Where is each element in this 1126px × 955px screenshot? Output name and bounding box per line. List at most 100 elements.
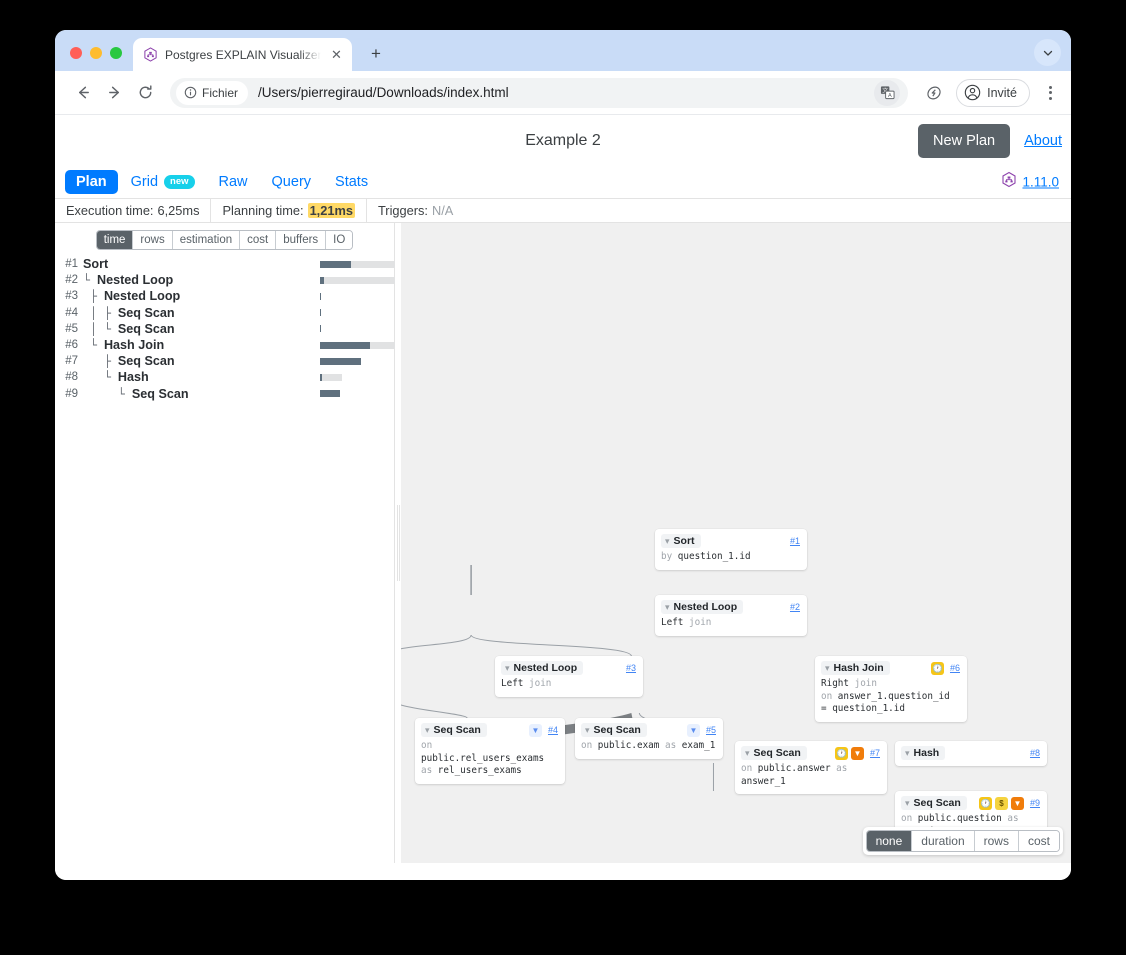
browser-tab-active[interactable]: Postgres EXPLAIN Visualizer 2 ✕ bbox=[133, 38, 352, 71]
plan-node-subtitle-part: join bbox=[529, 678, 552, 689]
tab-grid[interactable]: Grid new bbox=[120, 170, 206, 194]
plan-node-badges: ▼ #4 bbox=[528, 723, 558, 737]
chevron-down-icon[interactable] bbox=[1034, 39, 1061, 66]
tab-plan[interactable]: Plan bbox=[65, 170, 118, 194]
plan-list-item[interactable]: #9 └ Seq Scan bbox=[55, 386, 394, 402]
new-tab-button[interactable]: + bbox=[362, 40, 390, 68]
plan-node-header: ▾ Nested Loop #3 bbox=[501, 661, 636, 675]
plan-node[interactable]: ▾ Hash #8 bbox=[895, 741, 1047, 766]
chevron-down-icon[interactable]: ▾ bbox=[505, 663, 510, 673]
metric-button-estimation[interactable]: estimation bbox=[171, 231, 240, 249]
minimize-window-button[interactable] bbox=[90, 47, 102, 59]
view-button-duration[interactable]: duration bbox=[911, 831, 974, 851]
plan-node[interactable]: ▾ Hash Join 🕐 #6 Right join on answer_1.ques… bbox=[815, 656, 967, 722]
chevron-down-icon[interactable]: ▾ bbox=[825, 663, 830, 673]
metric-button-time[interactable]: time bbox=[96, 231, 133, 249]
plan-diagram[interactable]: ▾ Sort #1 by question_1.id ▾ Nested Loop #2 Lef… bbox=[395, 223, 1071, 863]
tab-query[interactable]: Query bbox=[261, 170, 323, 194]
plan-node[interactable]: ▾ Seq Scan ▼ #5 on public.exam as exam_1 bbox=[575, 718, 723, 759]
plan-list-item[interactable]: #3 ├ Nested Loop bbox=[55, 288, 394, 304]
plan-list-item[interactable]: #4 │ ├ Seq Scan bbox=[55, 305, 394, 321]
chevron-down-icon[interactable]: ▾ bbox=[905, 798, 910, 808]
plan-list-item[interactable]: #8 └ Hash bbox=[55, 369, 394, 385]
tab-raw[interactable]: Raw bbox=[208, 170, 259, 194]
metric-button-cost[interactable]: cost bbox=[239, 231, 276, 249]
plan-node-id-link[interactable]: #8 bbox=[1030, 748, 1040, 758]
version-link[interactable]: 1.11.0 bbox=[1022, 175, 1059, 190]
plan-node-type-chip[interactable]: ▾ Nested Loop bbox=[661, 600, 744, 614]
plan-node-subtitle-part: rel_users_exams bbox=[437, 765, 522, 776]
rows-warning-badge[interactable]: ▼ bbox=[850, 746, 864, 760]
plan-node-type-chip[interactable]: ▾ Nested Loop bbox=[501, 661, 584, 675]
plan-node-id-link[interactable]: #6 bbox=[950, 663, 960, 673]
rows-warning-badge[interactable]: ▼ bbox=[1010, 796, 1024, 810]
chevron-down-icon[interactable]: ▾ bbox=[425, 725, 430, 735]
plan-node[interactable]: ▾ Nested Loop #2 Left join bbox=[655, 595, 807, 636]
view-button-cost[interactable]: cost bbox=[1017, 831, 1059, 851]
plan-item-tree-guide: │ └ bbox=[83, 321, 118, 336]
plan-list-item[interactable]: #5 │ └ Seq Scan bbox=[55, 321, 394, 337]
address-bar[interactable]: Fichier /Users/pierregiraud/Downloads/in… bbox=[170, 77, 909, 108]
cost-warning-badge[interactable]: $ bbox=[994, 796, 1008, 810]
plan-node-type-chip[interactable]: ▾ Hash bbox=[901, 746, 946, 760]
close-window-button[interactable] bbox=[70, 47, 82, 59]
arrow-left-icon[interactable] bbox=[69, 79, 97, 107]
plan-item-number: #3 bbox=[65, 290, 78, 303]
view-button-none[interactable]: none bbox=[866, 831, 912, 851]
plan-node-id-link[interactable]: #1 bbox=[790, 536, 800, 546]
profile-label: Invité bbox=[987, 85, 1017, 100]
time-warning-badge[interactable]: 🕐 bbox=[834, 746, 848, 760]
pane-splitter[interactable] bbox=[395, 223, 401, 863]
plan-node[interactable]: ▾ Seq Scan 🕐 ▼ #7 on public.answer as answer_… bbox=[735, 741, 887, 794]
plan-node-type-chip[interactable]: ▾ Seq Scan bbox=[421, 723, 487, 737]
plan-node-id-link[interactable]: #9 bbox=[1030, 798, 1040, 808]
translate-icon[interactable]: 文 A bbox=[874, 79, 901, 106]
origin-chip[interactable]: Fichier bbox=[176, 80, 249, 105]
new-plan-button[interactable]: New Plan bbox=[918, 123, 1011, 158]
tab-stats[interactable]: Stats bbox=[324, 170, 379, 194]
plan-node[interactable]: ▾ Nested Loop #3 Left join bbox=[495, 656, 643, 697]
reload-icon[interactable] bbox=[131, 79, 159, 107]
plan-item-number: #4 bbox=[65, 306, 78, 319]
tab-label: Query bbox=[271, 174, 312, 190]
plan-node-id-link[interactable]: #5 bbox=[706, 725, 716, 735]
chevron-down-icon[interactable]: ▾ bbox=[745, 748, 750, 758]
plan-node[interactable]: ▾ Sort #1 by question_1.id bbox=[655, 529, 807, 570]
chevron-down-icon[interactable]: ▾ bbox=[665, 536, 670, 546]
plan-node-type-chip[interactable]: ▾ Seq Scan bbox=[741, 746, 807, 760]
plan-node-type-chip[interactable]: ▾ Sort bbox=[661, 534, 701, 548]
plan-node-id-link[interactable]: #2 bbox=[790, 602, 800, 612]
time-warning-badge[interactable]: 🕐 bbox=[930, 661, 944, 675]
energy-saver-leaf-icon[interactable] bbox=[921, 80, 947, 106]
plan-node-type-chip[interactable]: ▾ Hash Join bbox=[821, 661, 890, 675]
maximize-window-button[interactable] bbox=[110, 47, 122, 59]
plan-list-item[interactable]: #7 ├ Seq Scan bbox=[55, 353, 394, 369]
chevron-down-icon[interactable]: ▾ bbox=[665, 602, 670, 612]
filter-badge[interactable]: ▼ bbox=[528, 723, 542, 737]
chevron-down-icon[interactable]: ▾ bbox=[905, 748, 910, 758]
filter-badge[interactable]: ▼ bbox=[686, 723, 700, 737]
metric-button-io[interactable]: IO bbox=[325, 231, 353, 249]
plan-node-id-link[interactable]: #4 bbox=[548, 725, 558, 735]
page-title: Example 2 bbox=[525, 131, 601, 149]
about-link[interactable]: About bbox=[1024, 133, 1062, 149]
metric-button-buffers[interactable]: buffers bbox=[275, 231, 326, 249]
close-icon[interactable]: ✕ bbox=[328, 46, 345, 63]
plan-node-subtitle-part: on bbox=[821, 690, 838, 702]
arrow-right-icon[interactable] bbox=[100, 79, 128, 107]
plan-list-item[interactable]: #1 Sort bbox=[55, 256, 438, 272]
plan-node-id-link[interactable]: #7 bbox=[870, 748, 880, 758]
chevron-down-icon[interactable]: ▾ bbox=[585, 725, 590, 735]
view-button-rows[interactable]: rows bbox=[973, 831, 1018, 851]
plan-node-type-chip[interactable]: ▾ Seq Scan bbox=[581, 723, 647, 737]
plan-node[interactable]: ▾ Seq Scan ▼ #4 on public.rel_users_exams as… bbox=[415, 718, 565, 784]
plan-item-label: Seq Scan bbox=[131, 386, 189, 401]
plan-list-item[interactable]: #2 └ Nested Loop bbox=[55, 272, 426, 288]
time-warning-badge[interactable]: 🕐 bbox=[978, 796, 992, 810]
metric-button-rows[interactable]: rows bbox=[132, 231, 172, 249]
plan-node-type-chip[interactable]: ▾ Seq Scan bbox=[901, 796, 967, 810]
profile-button[interactable]: Invité bbox=[956, 78, 1030, 107]
plan-node-id-link[interactable]: #3 bbox=[626, 663, 636, 673]
plan-list-item[interactable]: #6 └ Hash Join bbox=[55, 337, 424, 353]
kebab-menu-icon[interactable] bbox=[1038, 80, 1062, 106]
